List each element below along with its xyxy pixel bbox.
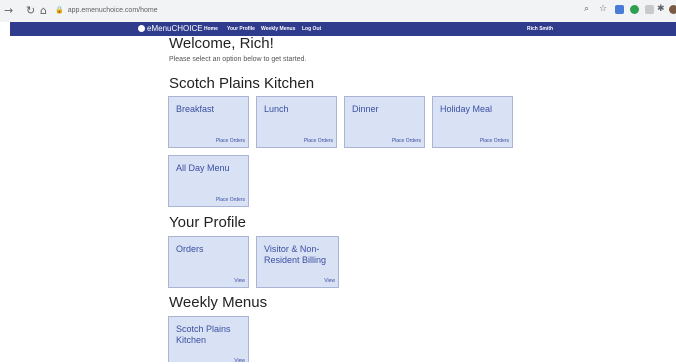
- brand-name: eMenuCHOICE: [147, 24, 203, 33]
- home-icon[interactable]: ⌂: [40, 4, 47, 17]
- card-holiday-meal[interactable]: Holiday Meal Place Orders: [432, 96, 513, 148]
- view-link[interactable]: View: [324, 278, 335, 284]
- place-orders-link[interactable]: Place Orders: [216, 197, 245, 203]
- logo-icon: [138, 25, 145, 32]
- profile-avatar[interactable]: [669, 5, 676, 14]
- card-dinner[interactable]: Dinner Place Orders: [344, 96, 425, 148]
- card-breakfast[interactable]: Breakfast Place Orders: [168, 96, 249, 148]
- view-link[interactable]: View: [234, 278, 245, 284]
- section-title-kitchen: Scotch Plains Kitchen: [169, 75, 315, 92]
- reload-icon[interactable]: ↻: [26, 4, 35, 17]
- card-all-day-menu[interactable]: All Day Menu Place Orders: [168, 155, 249, 207]
- card-orders[interactable]: Orders View: [168, 236, 249, 288]
- card-title: Visitor & Non-Resident Billing: [264, 244, 327, 265]
- address-url: app.emenuchoice.com/home: [67, 7, 158, 14]
- back-icon[interactable]: →: [4, 4, 13, 17]
- place-orders-link[interactable]: Place Orders: [480, 138, 509, 144]
- card-title: Scotch Plains Kitchen: [176, 324, 231, 345]
- lock-icon: 🔒: [55, 7, 64, 14]
- puzzle-icon[interactable]: ✱: [657, 4, 665, 15]
- card-title: Lunch: [264, 104, 289, 114]
- card-title: Orders: [176, 244, 204, 254]
- address-bar[interactable]: 🔒 app.emenuchoice.com/home: [55, 3, 158, 19]
- card-title: All Day Menu: [176, 163, 230, 173]
- nav-home[interactable]: Home: [204, 24, 218, 34]
- view-link[interactable]: View: [234, 358, 245, 364]
- nav-log-out[interactable]: Log Out: [302, 24, 321, 34]
- extension-icon[interactable]: [615, 5, 624, 14]
- card-title: Holiday Meal: [440, 104, 493, 114]
- zoom-icon[interactable]: ⌕: [584, 4, 589, 15]
- place-orders-link[interactable]: Place Orders: [392, 138, 421, 144]
- nav-your-profile[interactable]: Your Profile: [227, 24, 255, 34]
- card-title: Dinner: [352, 104, 379, 114]
- bookmark-star-icon[interactable]: ☆: [599, 4, 607, 15]
- section-title-profile: Your Profile: [169, 214, 246, 231]
- page-subtitle: Please select an option below to get sta…: [169, 56, 307, 63]
- card-lunch[interactable]: Lunch Place Orders: [256, 96, 337, 148]
- place-orders-link[interactable]: Place Orders: [216, 138, 245, 144]
- card-visitor-billing[interactable]: Visitor & Non-Resident Billing View: [256, 236, 339, 288]
- extension-icon[interactable]: [645, 5, 654, 14]
- card-title: Breakfast: [176, 104, 215, 114]
- card-weekly-scotch-plains[interactable]: Scotch Plains Kitchen View: [168, 316, 249, 364]
- nav-weekly-menus[interactable]: Weekly Menus: [261, 24, 295, 34]
- place-orders-link[interactable]: Place Orders: [304, 138, 333, 144]
- brand-logo[interactable]: eMenuCHOICE: [138, 23, 203, 35]
- app-navbar: eMenuCHOICE Home Your Profile Weekly Men…: [10, 22, 676, 36]
- page-title: Welcome, Rich!: [169, 35, 274, 52]
- extension-icon[interactable]: [630, 5, 639, 14]
- section-title-weekly-menus: Weekly Menus: [169, 294, 268, 311]
- user-name[interactable]: Rich Smith: [527, 24, 553, 34]
- browser-toolbar: → ↻ ⌂ 🔒 app.emenuchoice.com/home ⌕ ☆ ✱: [0, 0, 676, 22]
